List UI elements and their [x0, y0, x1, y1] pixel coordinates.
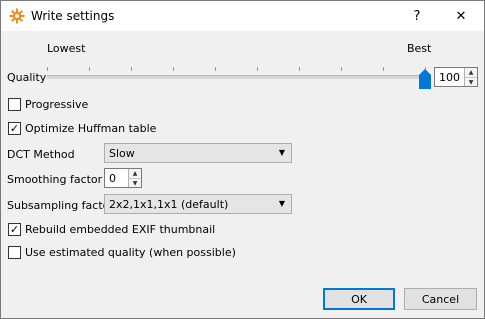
title-bar: Write settings ? ✕ [1, 1, 484, 31]
spin-down-icon[interactable]: ▼ [465, 78, 477, 87]
dct-method-value: Slow [109, 147, 135, 160]
cancel-button-label: Cancel [421, 292, 460, 306]
chevron-down-icon: ▼ [278, 199, 285, 208]
dct-method-label: DCT Method [7, 148, 75, 161]
rebuild-exif-label: Rebuild embedded EXIF thumbnail [25, 223, 216, 236]
dct-method-select[interactable]: Slow ▼ [104, 143, 292, 163]
subsampling-value: 2x2,1x1,1x1 (default) [109, 198, 229, 211]
use-estimated-quality-checkbox[interactable] [8, 246, 21, 259]
slider-tick [257, 67, 258, 71]
app-gear-icon [9, 8, 25, 24]
help-icon: ? [413, 8, 421, 24]
progressive-label: Progressive [25, 98, 89, 111]
chevron-down-icon: ▼ [278, 148, 285, 157]
spin-up-icon[interactable]: ▲ [465, 68, 477, 78]
slider-tick [215, 67, 216, 71]
ok-button-label: OK [351, 292, 367, 306]
slider-tick [383, 67, 384, 71]
checkmark-icon: ✓ [9, 223, 20, 236]
quality-slider[interactable] [47, 75, 427, 79]
close-button[interactable]: ✕ [441, 1, 481, 31]
help-button[interactable]: ? [397, 1, 437, 31]
slider-max-label: Best [407, 42, 432, 55]
slider-tick [131, 67, 132, 71]
checkmark-icon: ✓ [9, 122, 20, 135]
optimize-huffman-label: Optimize Huffman table [25, 122, 157, 135]
slider-tick [341, 67, 342, 71]
slider-tick [47, 67, 48, 71]
quality-slider-thumb[interactable] [419, 69, 431, 89]
smoothing-value: 0 [109, 172, 116, 185]
quality-value: 100 [439, 71, 460, 84]
optimize-huffman-checkbox[interactable]: ✓ [8, 122, 21, 135]
cancel-button[interactable]: Cancel [404, 288, 477, 310]
slider-tick [89, 67, 90, 71]
progressive-checkbox[interactable] [8, 98, 21, 111]
subsampling-label: Subsampling factor [7, 199, 114, 212]
spin-down-icon[interactable]: ▼ [129, 179, 141, 188]
subsampling-select[interactable]: 2x2,1x1,1x1 (default) ▼ [104, 194, 292, 214]
spin-up-icon[interactable]: ▲ [129, 169, 141, 179]
window-title: Write settings [31, 9, 115, 23]
slider-min-label: Lowest [47, 42, 86, 55]
write-settings-dialog: Write settings ? ✕ Lowest Best Quality 1… [0, 0, 485, 319]
slider-tick [173, 67, 174, 71]
use-estimated-quality-label: Use estimated quality (when possible) [25, 246, 236, 259]
quality-spinbox[interactable]: 100 ▲ ▼ [434, 67, 478, 87]
close-icon: ✕ [455, 8, 467, 24]
dialog-body: Lowest Best Quality 100 ▲ ▼ Progressive [1, 31, 484, 318]
ok-button[interactable]: OK [323, 288, 395, 310]
smoothing-spinbox[interactable]: 0 ▲ ▼ [104, 168, 142, 188]
rebuild-exif-checkbox[interactable]: ✓ [8, 223, 21, 236]
quality-label: Quality [7, 71, 47, 84]
smoothing-label: Smoothing factor [7, 173, 103, 186]
slider-tick [299, 67, 300, 71]
